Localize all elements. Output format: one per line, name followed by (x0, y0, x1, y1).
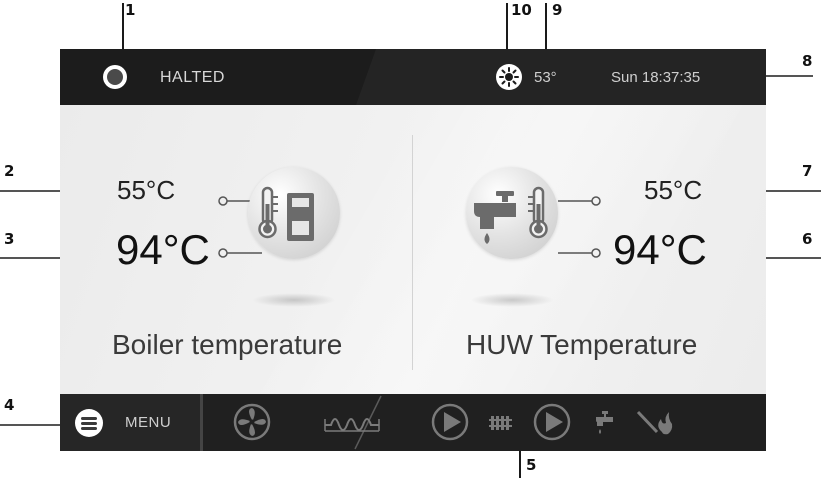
pump-icon[interactable] (431, 403, 469, 441)
boiler-current-temperature: 94°C (116, 226, 210, 273)
topbar-sheen (356, 49, 766, 105)
boiler-bubble-shadow (252, 293, 336, 307)
bottom-bar: MENU (60, 394, 766, 451)
controller-status: HALTED (160, 69, 225, 86)
huw-leader-lines (558, 196, 601, 258)
huw-bubble-shadow (470, 293, 554, 307)
huw-label: HUW Temperature (466, 329, 698, 360)
tap-icon[interactable] (593, 409, 615, 437)
callout-6: 6 (802, 230, 813, 248)
menu-label: MENU (125, 414, 172, 431)
sun-weather-icon[interactable] (496, 64, 522, 90)
boiler-thermometer-icon (258, 186, 314, 241)
callout-4: 4 (4, 396, 15, 414)
callout-3: 3 (4, 230, 15, 248)
radiator-icon[interactable] (489, 412, 513, 434)
menu-button[interactable]: MENU (60, 394, 200, 451)
callout-7: 7 (802, 162, 813, 180)
callout-8: 8 (802, 52, 813, 70)
status-indicator-icon[interactable] (103, 65, 127, 89)
boiler-set-temperature[interactable]: 55°C (117, 175, 175, 206)
controller-screen: HALTED 53° Sun 18:37:35 55°C 94°C Boiler… (60, 49, 766, 451)
outdoor-temperature: 53° (534, 69, 557, 86)
huw-set-temperature[interactable]: 55°C (644, 175, 702, 206)
callout-5: 5 (526, 456, 537, 474)
pump-icon[interactable] (533, 403, 571, 441)
menu-icon (75, 409, 103, 437)
huw-current-temperature: 94°C (613, 226, 707, 273)
callout-2: 2 (4, 162, 15, 180)
callout-1: 1 (125, 1, 136, 19)
feeder-icon[interactable] (323, 411, 381, 435)
tap-thermometer-icon (474, 186, 548, 244)
date-time: Sun 18:37:35 (611, 69, 701, 86)
top-status-bar: HALTED 53° Sun 18:37:35 (60, 49, 766, 105)
fan-icon[interactable] (233, 403, 271, 441)
callout-9: 9 (552, 1, 563, 19)
panel-divider (412, 135, 413, 370)
device-status-icons (203, 394, 766, 451)
igniter-icon[interactable] (635, 406, 675, 438)
boiler-label: Boiler temperature (112, 329, 343, 360)
main-panel: 55°C 94°C Boiler temperature 55°C 94°C H… (60, 105, 766, 394)
callout-10: 10 (511, 1, 532, 19)
